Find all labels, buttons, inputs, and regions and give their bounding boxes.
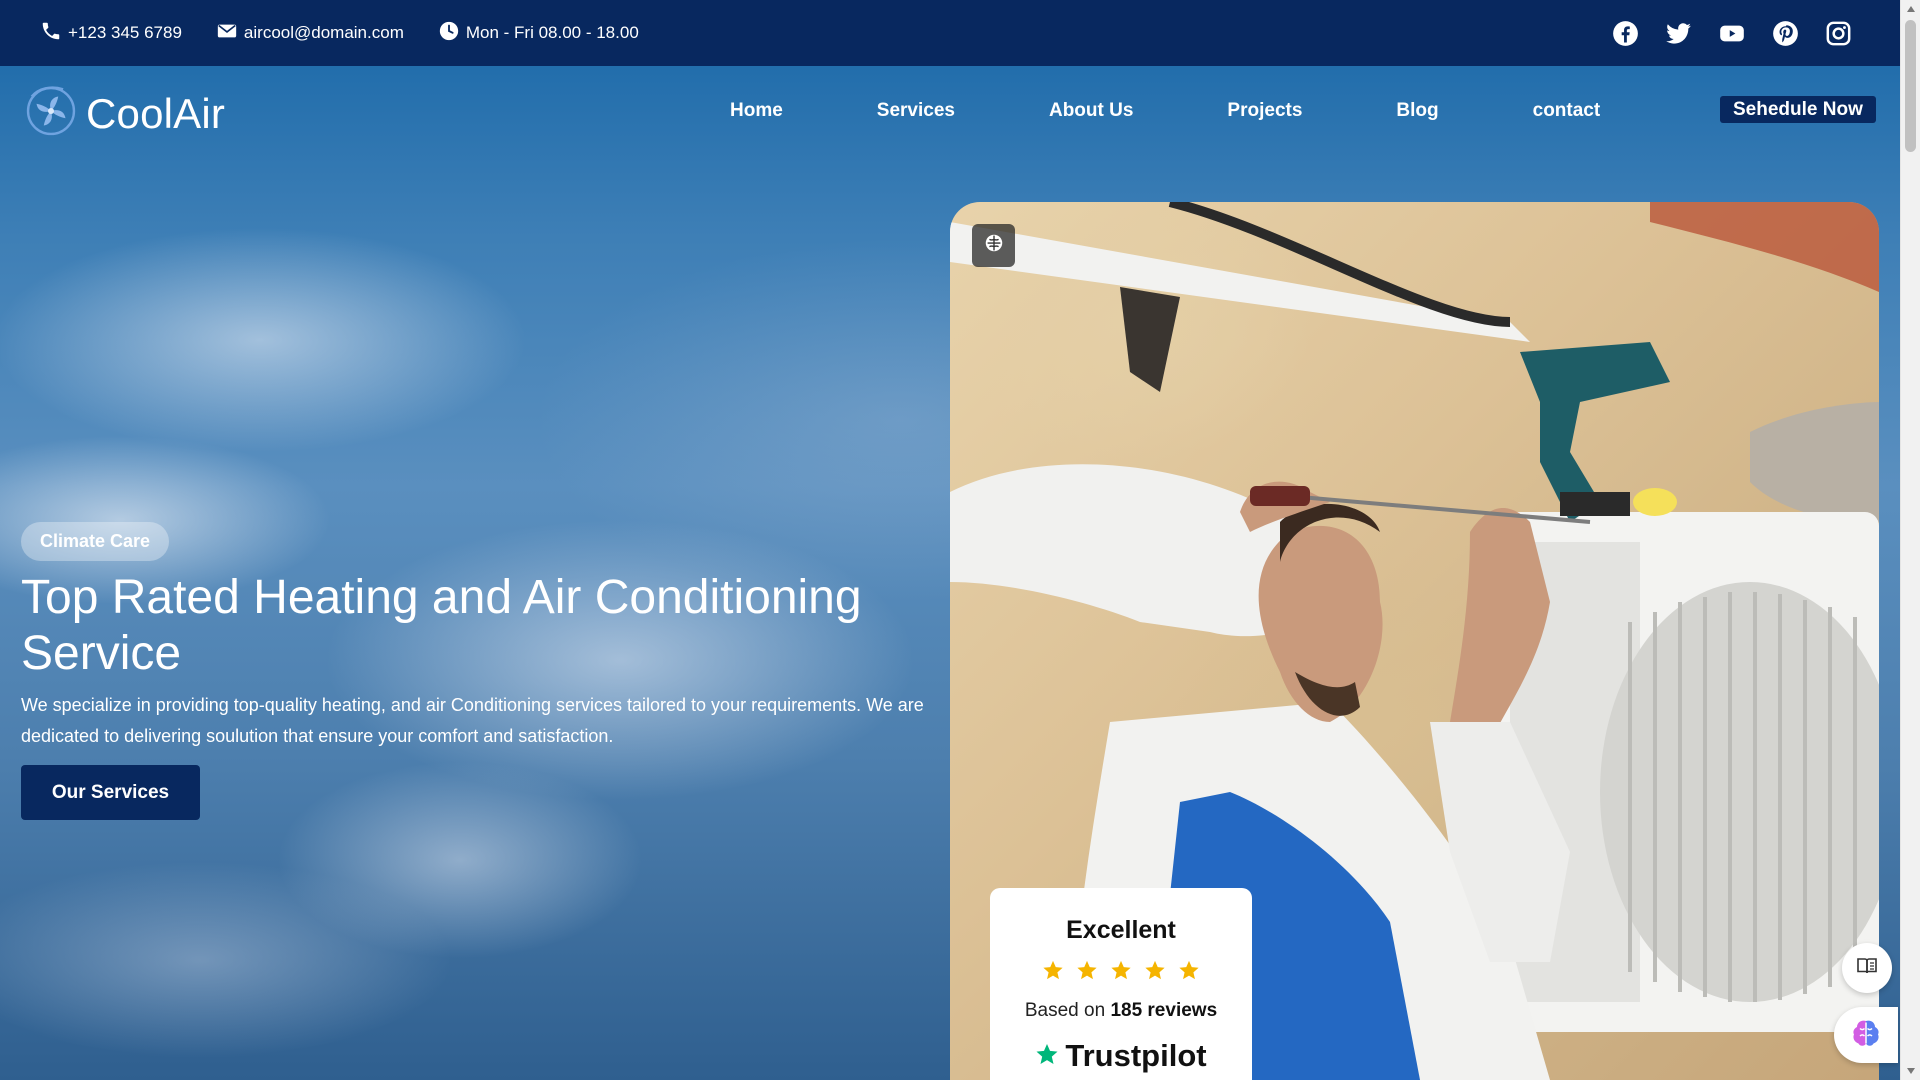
- star-icon: [1076, 959, 1098, 986]
- mail-icon: [216, 20, 244, 47]
- trustpilot-logo[interactable]: Trustpilot: [990, 1038, 1252, 1074]
- review-count-text: Based on 185 reviews: [990, 1000, 1252, 1022]
- phone-number: +123 345 6789: [68, 23, 182, 42]
- our-services-button[interactable]: Our Services: [21, 765, 200, 820]
- pinterest-icon[interactable]: [1772, 20, 1799, 47]
- nav-item-home[interactable]: Home: [730, 100, 783, 122]
- trustpilot-brand: Trustpilot: [1065, 1038, 1207, 1073]
- scroll-up-arrow-icon[interactable]: [1901, 0, 1920, 18]
- review-count: 185 reviews: [1110, 1000, 1218, 1021]
- review-stars: [990, 959, 1252, 986]
- review-rating-title: Excellent: [1066, 916, 1176, 944]
- email-address: aircool@domain.com: [243, 23, 404, 42]
- schedule-now-button[interactable]: Sehedule Now: [1720, 96, 1876, 123]
- ai-assistant-button[interactable]: [1834, 1007, 1898, 1063]
- nav-item-blog[interactable]: Blog: [1396, 100, 1438, 122]
- brain-icon: [983, 232, 1005, 259]
- reader-mode-button[interactable]: [1842, 943, 1892, 993]
- page: +123 345 6789 aircool@domain.com Mon - F…: [0, 0, 1920, 1080]
- scroll-down-arrow-icon[interactable]: [1901, 1062, 1920, 1080]
- book-icon: [1855, 954, 1879, 983]
- nav-item-about-us[interactable]: About Us: [1049, 100, 1133, 122]
- trustpilot-review-card: Excellent Based on 185 reviews Trustpilo…: [990, 888, 1252, 1080]
- star-icon: [1110, 959, 1132, 986]
- facebook-icon[interactable]: [1612, 20, 1639, 47]
- clock-icon: [438, 20, 466, 47]
- instagram-icon[interactable]: [1825, 20, 1852, 47]
- site-logo[interactable]: CoolAir: [22, 82, 225, 145]
- logo-text: CoolAir: [86, 89, 226, 137]
- star-icon: [1144, 959, 1166, 986]
- email-contact[interactable]: aircool@domain.com: [216, 20, 404, 47]
- fan-logo-icon: [22, 82, 80, 145]
- opening-hours: Mon - Fri 08.00 - 18.00: [438, 20, 639, 47]
- hero-title: Top Rated Heating and Air Conditioning S…: [21, 571, 862, 680]
- nav-item-services[interactable]: Services: [877, 100, 955, 122]
- nav-menu: Home Services About Us Projects Blog con…: [730, 100, 1600, 122]
- trustpilot-star-icon: [1035, 1038, 1065, 1074]
- review-based-label: Based on: [1024, 1000, 1106, 1021]
- star-icon: [1178, 959, 1200, 986]
- hours-text: Mon - Fri 08.00 - 18.00: [465, 23, 639, 42]
- phone-icon: [40, 20, 68, 47]
- twitter-icon[interactable]: [1665, 20, 1692, 47]
- nav-item-contact[interactable]: contact: [1533, 100, 1601, 122]
- phone-contact[interactable]: +123 345 6789: [40, 20, 182, 47]
- nav-item-projects[interactable]: Projects: [1227, 100, 1302, 122]
- hero-badge: Climate Care: [21, 522, 170, 561]
- social-links: [1612, 20, 1852, 47]
- top-contact-bar: +123 345 6789 aircool@domain.com Mon - F…: [0, 0, 1900, 66]
- vertical-scrollbar[interactable]: [1900, 0, 1920, 1080]
- star-icon: [1042, 959, 1064, 986]
- brain-icon: [1848, 1015, 1884, 1056]
- hero-description: We specialize in providing top-quality h…: [21, 695, 924, 746]
- youtube-icon[interactable]: [1718, 20, 1746, 47]
- scrollbar-thumb[interactable]: [1905, 20, 1916, 152]
- image-tool-button[interactable]: [972, 224, 1015, 267]
- main-navigation: CoolAir Home Services About Us Projects …: [0, 66, 1900, 156]
